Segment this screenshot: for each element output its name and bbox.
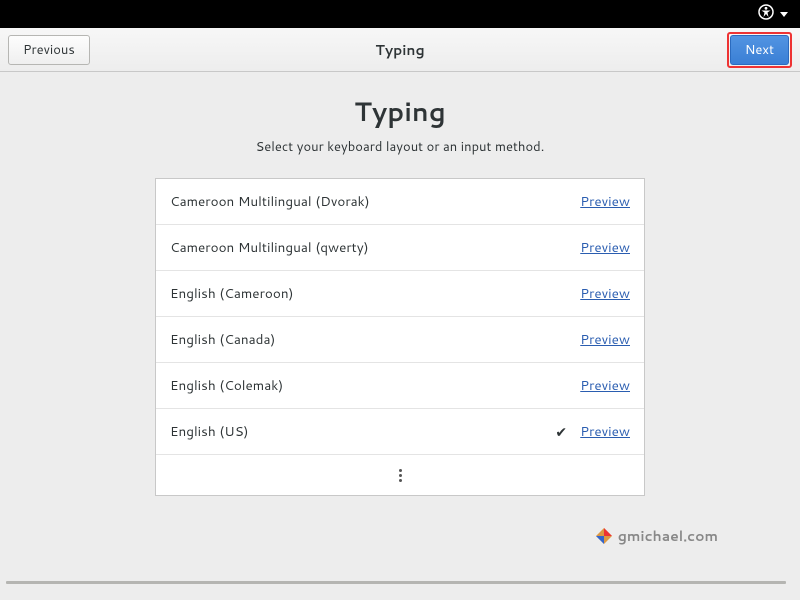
more-icon — [399, 469, 402, 482]
layout-row[interactable]: Cameroon Multilingual (Dvorak) Preview — [156, 179, 644, 225]
header-title: Typing — [0, 40, 800, 60]
dropdown-caret-icon[interactable] — [780, 12, 788, 17]
layout-row[interactable]: English (Colemak) Preview — [156, 363, 644, 409]
layout-label: English (Colemak) — [170, 376, 550, 395]
layout-label: Cameroon Multilingual (Dvorak) — [170, 192, 550, 211]
initial-setup-window: Previous Typing Next Typing Select your … — [0, 28, 800, 600]
bottom-scrollbar[interactable] — [6, 581, 786, 584]
layout-row[interactable]: Cameroon Multilingual (qwerty) Preview — [156, 225, 644, 271]
layout-label: English (Cameroon) — [170, 284, 550, 303]
layout-row[interactable]: English (Cameroon) Preview — [156, 271, 644, 317]
watermark-logo-icon — [596, 528, 612, 544]
keyboard-layout-list: Cameroon Multilingual (Dvorak) Preview C… — [155, 178, 645, 496]
header-bar: Previous Typing Next — [0, 28, 800, 72]
watermark: gmichael.com — [596, 526, 718, 546]
check-icon: ✔ — [550, 422, 572, 442]
preview-link[interactable]: Preview — [580, 376, 630, 395]
content-area: Typing Select your keyboard layout or an… — [0, 72, 800, 600]
preview-link[interactable]: Preview — [580, 284, 630, 303]
layout-label: English (US) — [170, 422, 550, 441]
show-more-row[interactable] — [156, 455, 644, 495]
preview-link[interactable]: Preview — [580, 330, 630, 349]
watermark-text: gmichael.com — [618, 526, 718, 546]
layout-row[interactable]: English (Canada) Preview — [156, 317, 644, 363]
preview-link[interactable]: Preview — [580, 422, 630, 441]
page-subtitle: Select your keyboard layout or an input … — [0, 138, 800, 156]
accessibility-icon[interactable] — [758, 3, 774, 26]
layout-label: English (Canada) — [170, 330, 550, 349]
next-button[interactable]: Next — [730, 35, 789, 65]
next-button-highlight: Next — [727, 32, 792, 68]
top-panel — [0, 0, 800, 28]
preview-link[interactable]: Preview — [580, 192, 630, 211]
page-title: Typing — [0, 94, 800, 130]
previous-button[interactable]: Previous — [8, 35, 90, 65]
preview-link[interactable]: Preview — [580, 238, 630, 257]
layout-row[interactable]: English (US) ✔ Preview — [156, 409, 644, 455]
layout-label: Cameroon Multilingual (qwerty) — [170, 238, 550, 257]
